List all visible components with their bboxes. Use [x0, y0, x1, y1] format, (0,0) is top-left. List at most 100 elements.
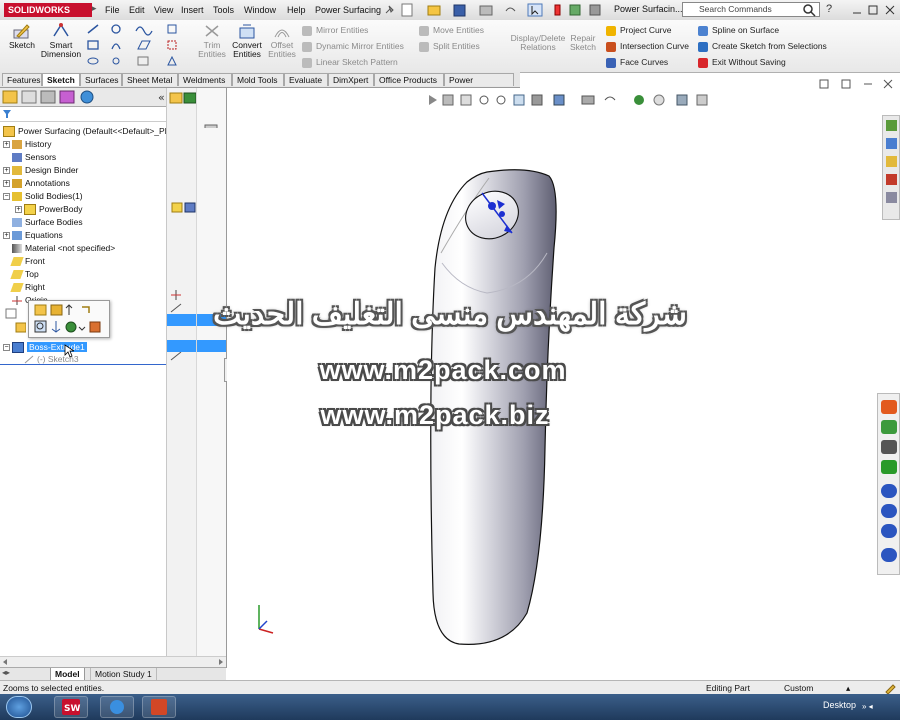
- tree-filter[interactable]: [0, 107, 166, 122]
- tree-item-top-plane[interactable]: Top: [0, 268, 39, 280]
- rotate-icon[interactable]: [881, 504, 897, 518]
- tree-item-solid-bodies[interactable]: − Solid Bodies(1): [0, 190, 83, 202]
- tab-scroll-arrows-icon[interactable]: ◂▸: [2, 668, 16, 680]
- tree-item-design-binder[interactable]: + Design Binder: [0, 164, 78, 176]
- taskbar-powerpoint-icon[interactable]: [142, 696, 176, 718]
- arrow-icon[interactable]: [881, 524, 897, 538]
- logo-menu-arrow-icon[interactable]: ▸: [92, 3, 102, 17]
- annotations-icon: [12, 179, 22, 189]
- menu-tools[interactable]: Tools: [213, 4, 234, 16]
- expand-icon[interactable]: +: [3, 167, 10, 175]
- back-icon[interactable]: [881, 400, 897, 414]
- sketch-tools-grid[interactable]: [86, 23, 196, 69]
- menu-power-surfacing[interactable]: Power Surfacing: [315, 4, 381, 16]
- pen-icon[interactable]: [881, 548, 897, 562]
- tree-item-front-plane[interactable]: Front: [0, 255, 45, 267]
- tree-item-right-plane[interactable]: Right: [0, 281, 45, 293]
- tree-item-history[interactable]: + History: [0, 138, 51, 150]
- dynamic-mirror-button[interactable]: Dynamic Mirror Entities: [302, 40, 404, 52]
- tab-evaluate[interactable]: Evaluate: [284, 73, 328, 86]
- tab-mold-tools[interactable]: Mold Tools: [232, 73, 284, 86]
- tree-item-annotations[interactable]: + Annotations: [0, 177, 70, 189]
- tab-sketch[interactable]: Sketch: [42, 73, 80, 86]
- intersection-curve-button[interactable]: Intersection Curve: [606, 40, 689, 52]
- material-icon: [12, 244, 22, 254]
- status-units[interactable]: Custom: [784, 681, 813, 695]
- task-pane-tabs[interactable]: [882, 115, 900, 220]
- pause-icon[interactable]: [881, 484, 897, 498]
- triad-axes: [258, 605, 274, 634]
- tab-office-products[interactable]: Office Products: [374, 73, 444, 86]
- watermark-url-biz: www.m2pack.biz: [320, 400, 550, 430]
- collapse-icon[interactable]: −: [3, 344, 10, 352]
- trim-icon: [202, 22, 222, 40]
- tree-item-material[interactable]: Material <not specified>: [0, 242, 115, 254]
- menu-view[interactable]: View: [154, 4, 173, 16]
- hidden-tree-icons: [2, 307, 27, 343]
- exit-without-saving-button[interactable]: Exit Without Saving: [698, 56, 786, 68]
- offset-entities-button[interactable]: Offset Entities: [266, 22, 298, 59]
- pin-icon[interactable]: [384, 3, 396, 17]
- dynamic-mirror-icon: [302, 41, 312, 52]
- expand-icon[interactable]: +: [3, 180, 10, 188]
- panel-horizontal-scrollbar[interactable]: [0, 656, 226, 667]
- menu-edit[interactable]: Edit: [129, 4, 145, 16]
- menu-window[interactable]: Window: [244, 4, 276, 16]
- taskbar-desktop-label[interactable]: Desktop: [823, 700, 856, 710]
- screen-icon[interactable]: [881, 460, 897, 474]
- tree-item-equations[interactable]: + Equations: [0, 229, 63, 241]
- smart-dimension-button[interactable]: Smart Dimension: [40, 22, 82, 59]
- taskbar-snowflake-app-icon[interactable]: [100, 696, 134, 718]
- offset-icon: [272, 22, 292, 40]
- tree-item-surface-bodies[interactable]: Surface Bodies: [0, 216, 83, 228]
- svg-text:«: «: [158, 91, 165, 104]
- collapse-icon[interactable]: −: [3, 193, 10, 201]
- rollback-bar[interactable]: [0, 364, 166, 365]
- tree-root[interactable]: Power Surfacing (Default<<Default>_Ph: [0, 125, 169, 138]
- command-manager: Sketch Smart Dimension Trim Entities Con…: [0, 20, 900, 73]
- project-curve-button[interactable]: Project Curve: [606, 24, 672, 36]
- display-delete-relations-button[interactable]: Display/Delete Relations: [510, 24, 566, 52]
- tab-power-surfacing[interactable]: Power Surfacing: [444, 73, 514, 98]
- units-arrow-icon[interactable]: ▴: [846, 681, 850, 695]
- move-entities-button[interactable]: Move Entities: [419, 24, 484, 36]
- start-button-icon[interactable]: [6, 696, 32, 718]
- search-icon[interactable]: [802, 3, 816, 19]
- camera-icon[interactable]: [881, 440, 897, 454]
- help-icon[interactable]: ?: [826, 3, 832, 15]
- solidworks-logo[interactable]: SOLIDWORKS: [4, 3, 92, 17]
- create-sketch-from-selections-button[interactable]: Create Sketch from Selections: [698, 40, 827, 52]
- tab-surfaces[interactable]: Surfaces: [80, 73, 122, 86]
- tab-features[interactable]: Features: [2, 73, 42, 86]
- expand-icon[interactable]: +: [3, 232, 10, 240]
- face-curves-button[interactable]: Face Curves: [606, 56, 668, 68]
- menu-help[interactable]: Help: [287, 4, 306, 16]
- menu-file[interactable]: File: [105, 4, 120, 16]
- right-tool-bar: [877, 393, 900, 575]
- os-taskbar: SW Desktop » ◂: [0, 694, 900, 720]
- search-commands-input[interactable]: Search Commands: [682, 2, 820, 17]
- expand-icon[interactable]: +: [3, 141, 10, 149]
- menu-insert[interactable]: Insert: [181, 4, 204, 16]
- repair-sketch-button[interactable]: Repair Sketch: [566, 24, 600, 52]
- spline-on-surface-button[interactable]: Spline on Surface: [698, 24, 779, 36]
- context-toolbar[interactable]: [28, 300, 110, 338]
- expand-icon[interactable]: +: [15, 206, 22, 214]
- tab-dimxpert[interactable]: DimXpert: [328, 73, 374, 86]
- sketch-button[interactable]: Sketch: [4, 22, 40, 50]
- microphone-icon[interactable]: [881, 420, 897, 434]
- tab-weldments[interactable]: Weldments: [178, 73, 232, 86]
- tab-sheet-metal[interactable]: Sheet Metal: [122, 73, 178, 86]
- trim-entities-button[interactable]: Trim Entities: [196, 22, 228, 59]
- taskbar-solidworks-icon[interactable]: SW: [54, 696, 88, 718]
- tree-item-powerbody[interactable]: + PowerBody: [12, 203, 82, 216]
- mirror-entities-button[interactable]: Mirror Entities: [302, 24, 368, 36]
- selection-highlight: [167, 314, 197, 326]
- document-window-controls[interactable]: [818, 78, 898, 90]
- split-entities-button[interactable]: Split Entities: [419, 40, 480, 52]
- tree-item-sensors[interactable]: Sensors: [0, 151, 56, 163]
- linear-sketch-pattern-button[interactable]: Linear Sketch Pattern: [302, 56, 398, 68]
- convert-entities-button[interactable]: Convert Entities: [228, 22, 266, 59]
- heads-up-view-toolbar[interactable]: [427, 92, 717, 108]
- tray-arrows-icon[interactable]: » ◂: [862, 702, 873, 711]
